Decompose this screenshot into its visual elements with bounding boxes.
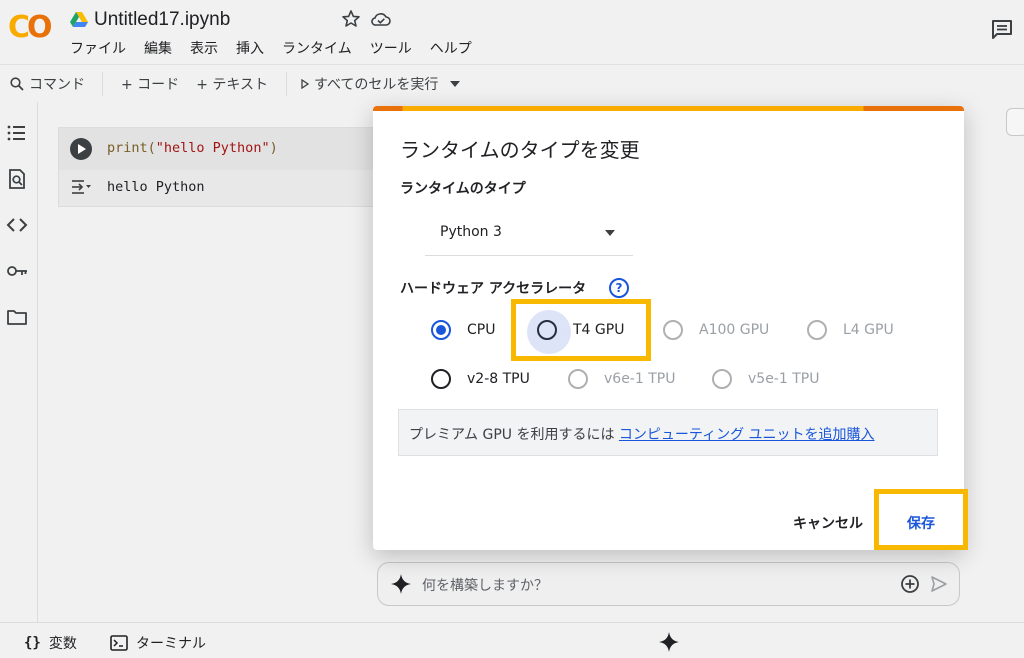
code-snippets-icon[interactable] [6,214,28,236]
radio-button[interactable] [568,369,588,389]
radio-label: L4 GPU [843,322,894,338]
dropdown-arrow-icon [605,230,615,236]
runtime-type-select[interactable]: Python 3 [425,210,633,256]
radio-label: CPU [467,322,496,338]
app-header: CO Untitled17.ipynb ファイル 編集 表示 挿入 ランタイム … [0,0,1024,64]
radio-l4-gpu[interactable]: L4 GPU [807,320,894,340]
ai-prompt-input[interactable]: 何を構築しますか？ [422,575,548,595]
add-text-button[interactable]: + テキスト [196,74,268,94]
send-icon[interactable] [930,575,948,593]
colab-logo[interactable]: CO [8,10,58,46]
menu-insert[interactable]: 挿入 [236,38,264,58]
title-row: Untitled17.ipynb [70,8,230,32]
radio-label: v5e-1 TPU [748,371,820,387]
menu-help[interactable]: ヘルプ [430,38,472,58]
output-actions-icon[interactable] [70,178,92,196]
add-code-label: + コード [121,76,180,93]
radio-label: v6e-1 TPU [604,371,676,387]
toolbar: コマンド + コード + テキスト すべてのセルを実行 [0,64,1024,102]
run-all-dropdown-icon[interactable] [450,80,461,87]
cell-input[interactable]: print("hello Python") [59,128,377,170]
variables-label: 変数 [48,636,77,652]
cell-code[interactable]: print("hello Python") [107,140,278,156]
left-rail [0,102,38,622]
terminal-button[interactable]: ターミナル [110,633,206,653]
gemini-sparkle-icon [391,574,411,594]
radio-v2-8-tpu[interactable]: v2-8 TPU [431,369,530,389]
add-code-button[interactable]: + コード [121,74,179,94]
buy-compute-units-link[interactable]: コンピューティング ユニットを追加購入 [619,427,875,443]
highlight-t4-gpu [511,299,651,361]
menu-bar: ファイル 編集 表示 挿入 ランタイム ツール ヘルプ [70,38,472,58]
command-palette-button[interactable]: コマンド [10,74,85,94]
code-cell[interactable]: print("hello Python") hello Python [58,127,378,207]
run-all-label: すべてのセルを実行 [313,76,439,93]
help-icon[interactable]: ? [609,278,629,298]
radio-v5e-1-tpu[interactable]: v5e-1 TPU [712,369,819,389]
run-cell-button[interactable] [70,138,92,160]
menu-edit[interactable]: 編集 [144,38,172,58]
runtime-type-label: ランタイムのタイプ [400,181,526,197]
cell-output: hello Python [107,179,205,195]
menu-runtime[interactable]: ランタイム [282,38,352,58]
dialog-title: ランタイムのタイプを変更 [400,138,640,162]
command-label: コマンド [29,76,85,93]
comment-icon[interactable] [990,18,1014,40]
toolbar-divider [285,71,287,96]
runtime-type-value: Python 3 [440,224,502,240]
star-icon[interactable] [341,9,361,29]
braces-icon: {} [24,635,41,651]
dialog-accent-bar [373,106,964,111]
files-folder-icon[interactable] [6,306,28,328]
terminal-icon [110,635,128,651]
radio-button[interactable] [807,320,827,340]
hardware-accelerator-label: ハードウェア アクセラレータ [400,281,587,297]
radio-v6e-1-tpu[interactable]: v6e-1 TPU [568,369,675,389]
cloud-saved-icon[interactable] [370,9,392,29]
radio-cpu[interactable]: CPU [431,320,495,340]
secrets-key-icon[interactable] [6,260,28,282]
table-of-contents-icon[interactable] [6,122,28,144]
radio-button[interactable] [431,369,451,389]
gemini-sparkle-icon[interactable] [658,631,680,653]
radio-button[interactable] [431,320,451,340]
side-panel-toggle[interactable] [1006,108,1024,136]
radio-label: v2-8 TPU [467,371,530,387]
menu-file[interactable]: ファイル [70,38,126,58]
google-drive-icon[interactable] [70,12,88,28]
highlight-save-button [874,489,968,550]
run-all-button[interactable]: すべてのセルを実行 [301,74,438,94]
premium-gpu-notice: プレミアム GPU を利用するには コンピューティング ユニットを追加購入 [398,409,938,456]
menu-tools[interactable]: ツール [370,38,412,58]
ai-prompt-bar[interactable]: 何を構築しますか？ [377,562,960,606]
add-text-label: + テキスト [196,76,268,93]
toolbar-divider [102,71,103,96]
radio-label: A100 GPU [699,322,770,338]
radio-button[interactable] [663,320,683,340]
radio-a100-gpu[interactable]: A100 GPU [663,320,769,340]
add-circle-icon[interactable] [900,574,920,594]
change-runtime-dialog: ランタイムのタイプを変更 ランタイムのタイプ Python 3 ハードウェア ア… [373,106,964,550]
menu-view[interactable]: 表示 [190,38,218,58]
search-icon [10,76,24,91]
radio-button[interactable] [712,369,732,389]
status-bar: {} 変数 ターミナル [0,622,1024,658]
premium-notice-text: プレミアム GPU を利用するには [409,427,619,443]
find-in-document-icon[interactable] [6,168,28,190]
variables-button[interactable]: {} 変数 [24,633,77,653]
terminal-label: ターミナル [136,636,206,652]
play-icon [301,78,309,89]
notebook-title[interactable]: Untitled17.ipynb [94,9,230,31]
cancel-button[interactable]: キャンセル [793,513,863,533]
